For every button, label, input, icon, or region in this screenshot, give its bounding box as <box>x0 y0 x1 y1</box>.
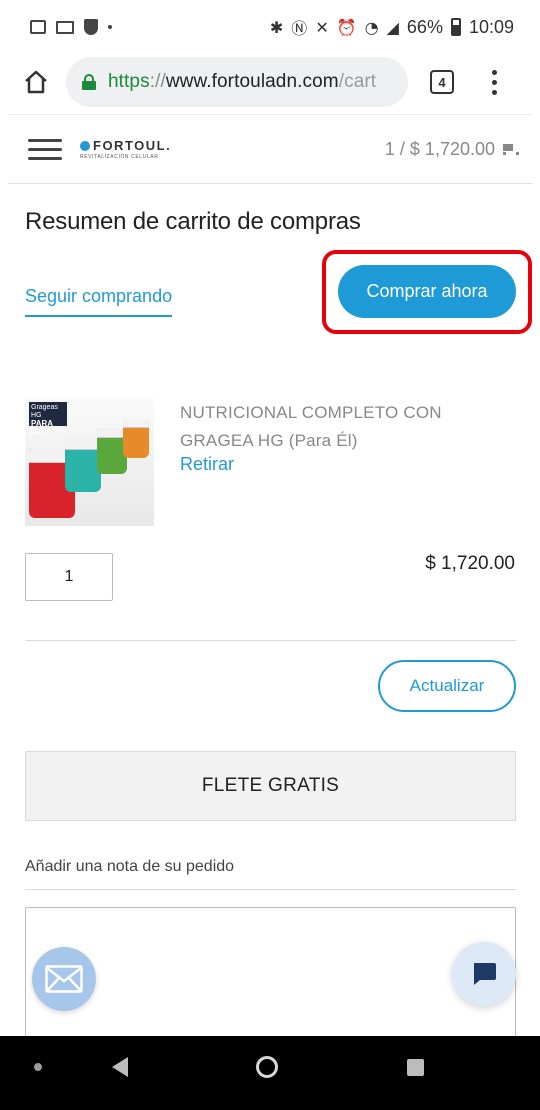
free-shipping-banner: FLETE GRATIS <box>25 751 516 821</box>
product-jar-teal <box>65 438 101 492</box>
monitor-notification-icon <box>56 20 74 34</box>
more-notifications-dot-icon <box>108 25 112 29</box>
product-image-badge-bottom: PARA ÉL <box>31 419 53 436</box>
wifi-icon: ◔ <box>364 17 379 37</box>
mute-icon: ✕ <box>315 17 329 37</box>
logo-wordmark: FORTOUL. <box>80 138 171 153</box>
back-icon[interactable] <box>112 1057 128 1077</box>
url-separator: :// <box>149 71 166 92</box>
alarm-icon: ⏰ <box>336 17 357 37</box>
remove-item-link[interactable]: Retirar <box>180 454 234 475</box>
update-cart-button[interactable]: Actualizar <box>378 660 516 712</box>
line-item-price: $ 1,720.00 <box>425 553 515 574</box>
nav-dot-icon <box>34 1063 42 1071</box>
system-status: ✱ Ⓝ ✕ ⏰ ◔ ◢ 66% 10:09 <box>270 15 514 39</box>
product-image[interactable]: Grageas HG PARA ÉL <box>25 398 154 526</box>
cart-icon <box>501 143 519 155</box>
order-note-label: Añadir una nota de su pedido <box>25 858 235 875</box>
lock-icon <box>82 74 96 90</box>
logo-mark-icon <box>80 140 90 151</box>
recent-apps-icon[interactable] <box>407 1059 424 1076</box>
dot-icon <box>491 79 497 85</box>
battery-percent: 66% <box>406 16 443 37</box>
nfc-icon: Ⓝ <box>291 19 308 38</box>
continue-shopping-link[interactable]: Seguir comprando <box>25 286 173 317</box>
logo-tagline: REVITALIZACIÓN CELULAR <box>80 154 159 160</box>
site-header: FORTOUL. REVITALIZACIÓN CELULAR 1 / $ 1,… <box>8 114 532 184</box>
quantity-input[interactable]: 1 <box>25 553 113 601</box>
product-image-badge: Grageas HG PARA ÉL <box>29 402 67 436</box>
product-name[interactable]: NUTRICIONAL COMPLETO CON GRAGEA HG (Para… <box>180 399 500 455</box>
envelope-icon <box>45 965 83 993</box>
address-bar[interactable]: https://www.fortouladn.com/cart <box>66 57 408 107</box>
image-notification-icon <box>30 20 46 34</box>
signal-icon: ◢ <box>386 17 399 37</box>
tab-switcher-button[interactable]: 4 <box>430 70 454 94</box>
product-jar-orange <box>123 420 149 458</box>
status-bar: ✱ Ⓝ ✕ ⏰ ◔ ◢ 66% 10:09 <box>0 0 540 54</box>
site-logo[interactable]: FORTOUL. REVITALIZACIÓN CELULAR <box>80 138 171 160</box>
clock: 10:09 <box>468 16 514 37</box>
browser-menu-button[interactable] <box>490 69 498 95</box>
dot-icon <box>491 69 497 75</box>
page-title: Resumen de carrito de compras <box>25 208 361 235</box>
divider <box>25 640 516 641</box>
product-image-badge-top: Grageas HG <box>31 404 58 419</box>
url-scheme: https <box>108 71 150 92</box>
shield-notification-icon <box>84 19 98 35</box>
chat-bubble-icon <box>474 963 496 985</box>
chat-button[interactable] <box>452 942 516 1006</box>
notification-icons <box>30 19 112 35</box>
url-text: https://www.fortouladn.com/cart <box>108 71 376 93</box>
cart-summary-text: 1 / $ 1,720.00 <box>384 138 495 159</box>
email-contact-button[interactable] <box>32 947 96 1011</box>
home-circle-icon[interactable] <box>256 1056 278 1078</box>
menu-icon[interactable] <box>28 138 62 160</box>
logo-name: FORTOUL. <box>93 138 172 153</box>
url-host: www.fortouladn.com <box>165 71 339 92</box>
buy-now-button[interactable]: Comprar ahora <box>338 265 516 318</box>
divider <box>25 889 516 890</box>
browser-toolbar: https://www.fortouladn.com/cart 4 <box>0 54 540 110</box>
battery-icon <box>450 18 461 36</box>
url-path: /cart <box>338 71 377 92</box>
dot-icon <box>491 89 497 95</box>
header-cart-link[interactable]: 1 / $ 1,720.00 <box>384 138 519 160</box>
bluetooth-icon: ✱ <box>269 17 284 37</box>
order-note-textarea[interactable] <box>25 907 516 1047</box>
home-button[interactable] <box>14 60 58 104</box>
home-icon <box>25 70 47 94</box>
